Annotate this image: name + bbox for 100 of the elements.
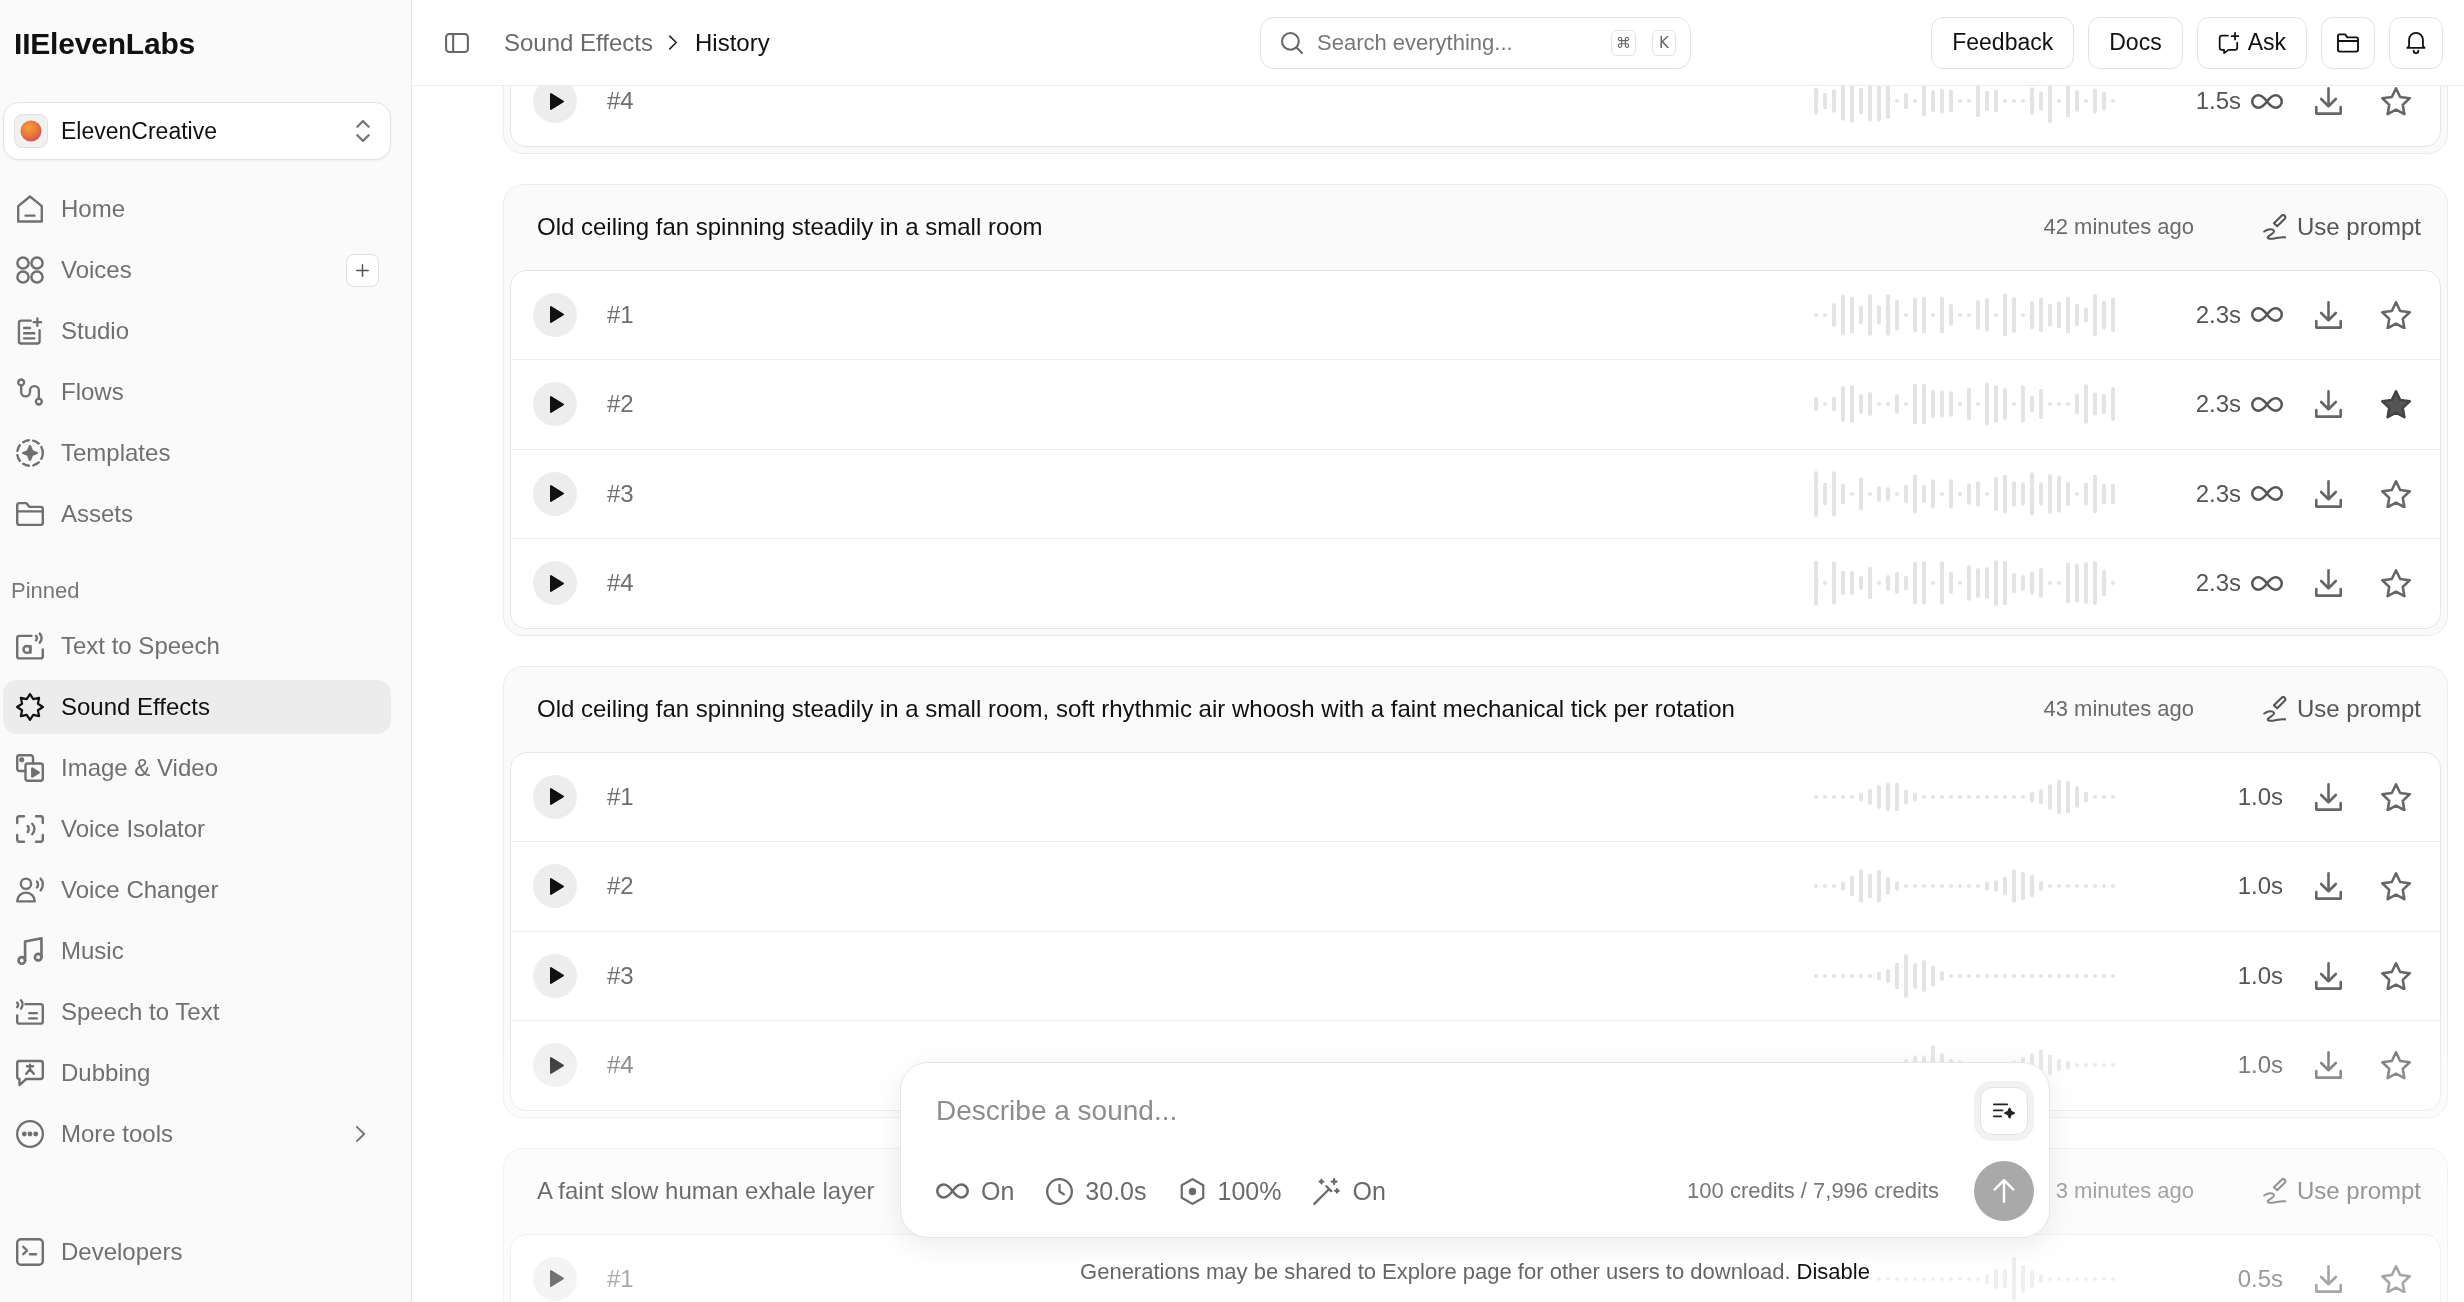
download-button[interactable] xyxy=(2315,390,2342,419)
star-button[interactable] xyxy=(2381,961,2411,990)
play-button[interactable] xyxy=(533,774,577,819)
take-label: #4 xyxy=(607,569,634,598)
folder-button[interactable] xyxy=(2321,16,2375,69)
star-button[interactable] xyxy=(2381,87,2411,116)
star-button[interactable] xyxy=(2381,1051,2411,1080)
sidebar-item[interactable]: Music xyxy=(3,924,391,978)
prompt-composer[interactable]: Describe a sound... On 30.0s 100% On 100 credits / 7,996 credits xyxy=(900,1062,2050,1238)
play-button[interactable] xyxy=(533,1043,577,1088)
search-field[interactable]: Search everything... ⌘ K xyxy=(1260,16,1691,69)
play-icon xyxy=(549,485,564,503)
star-button[interactable] xyxy=(2381,1264,2411,1293)
header-button[interactable]: Docs xyxy=(2088,16,2183,69)
star-button[interactable] xyxy=(2381,872,2411,901)
add-voice-button[interactable] xyxy=(346,253,379,287)
sidebar-item[interactable]: Assets xyxy=(3,487,391,541)
use-prompt-button[interactable]: Use prompt xyxy=(2248,205,2435,249)
use-prompt-button[interactable]: Use prompt xyxy=(2248,1169,2435,1213)
ask-button[interactable]: Ask xyxy=(2196,16,2307,69)
waves-lines-icon xyxy=(16,998,44,1026)
play-button[interactable] xyxy=(533,292,577,337)
sidebar-item[interactable]: Templates xyxy=(3,426,391,480)
bell-icon xyxy=(2405,31,2427,54)
use-prompt-button[interactable]: Use prompt xyxy=(2248,687,2435,731)
home-icon xyxy=(16,195,44,223)
notifications-button[interactable] xyxy=(2389,16,2443,69)
download-button[interactable] xyxy=(2315,961,2342,990)
play-button[interactable] xyxy=(533,86,577,124)
duration-text: 2.3s xyxy=(2195,569,2241,598)
take-label: #2 xyxy=(607,390,634,419)
play-icon xyxy=(549,967,564,985)
prompt-text: Old ceiling fan spinning steadily in a small room, soft rhythmic air whoosh with a faint mechanical tick per rotation xyxy=(537,695,1735,723)
folder-icon xyxy=(16,500,44,528)
sidebar-item[interactable]: Home xyxy=(3,182,391,236)
sidebar-item[interactable]: Flows xyxy=(3,365,391,419)
infinity-icon xyxy=(936,1183,969,1199)
sidebar-item[interactable]: Text to Speech xyxy=(3,619,391,673)
prompt-text: A faint slow human exhale layer xyxy=(537,1177,875,1205)
prompt-input[interactable]: Describe a sound... xyxy=(936,1081,1980,1141)
play-icon xyxy=(549,877,564,895)
star-button[interactable] xyxy=(2381,569,2411,598)
take-label: #1 xyxy=(607,782,634,811)
chevron-right-icon xyxy=(356,1125,365,1143)
sidebar-item[interactable]: Dubbing xyxy=(3,1046,391,1100)
chevron-updown-icon xyxy=(356,120,370,142)
sidebar-item[interactable]: Speech to Text xyxy=(3,985,391,1039)
download-button[interactable] xyxy=(2315,479,2342,508)
search-icon xyxy=(1281,31,1303,54)
workspace-selector[interactable]: ElevenCreative xyxy=(3,102,391,160)
pen-squiggle-icon xyxy=(2262,1178,2287,1204)
play-button[interactable] xyxy=(533,471,577,516)
disable-link[interactable]: Disable xyxy=(1796,1260,1870,1284)
breadcrumb-item[interactable]: Sound Effects xyxy=(504,28,653,57)
sidebar-item[interactable]: Sound Effects xyxy=(3,680,391,734)
chat-bubble-icon xyxy=(16,1059,44,1087)
setting-button[interactable]: 30.0s xyxy=(1046,1176,1147,1206)
play-button[interactable] xyxy=(533,382,577,427)
download-button[interactable] xyxy=(2315,872,2342,901)
sidebar-item[interactable]: Voices xyxy=(3,243,391,297)
sharing-notice: Generations may be shared to Explore page for other users to download. xyxy=(1080,1260,1791,1284)
star-button[interactable] xyxy=(2381,300,2411,329)
sidebar-item[interactable]: Developers xyxy=(3,1225,391,1279)
setting-button[interactable]: On xyxy=(936,1176,1015,1206)
sidebar-item[interactable]: Voice Changer xyxy=(3,863,391,917)
bracket-waves-icon xyxy=(16,815,44,843)
download-button[interactable] xyxy=(2315,87,2342,116)
duration-text: 2.3s xyxy=(2195,390,2241,419)
play-icon xyxy=(549,574,564,592)
header-button[interactable]: Feedback xyxy=(1931,16,2075,69)
breadcrumb-item: History xyxy=(695,28,770,57)
image-play-icon xyxy=(16,754,44,782)
take-label: #3 xyxy=(607,479,634,508)
sidebar-item[interactable]: Voice Isolator xyxy=(3,802,391,856)
sidebar-toggle-button[interactable] xyxy=(445,32,469,53)
wand-icon xyxy=(1313,1177,1341,1205)
text-audio-icon xyxy=(16,632,44,660)
download-button[interactable] xyxy=(2315,569,2342,598)
play-button[interactable] xyxy=(533,864,577,909)
play-button[interactable] xyxy=(533,953,577,998)
download-button[interactable] xyxy=(2315,1051,2342,1080)
section-label: Pinned xyxy=(11,577,80,605)
document-sparkle-icon xyxy=(16,317,44,345)
sidebar-item[interactable]: Image & Video xyxy=(3,741,391,795)
star-button[interactable] xyxy=(2381,479,2411,508)
workspace-avatar-icon xyxy=(14,114,48,148)
setting-button[interactable]: On xyxy=(1313,1176,1386,1206)
sidebar-item[interactable]: Studio xyxy=(3,304,391,358)
setting-button[interactable]: 100% xyxy=(1178,1176,1282,1206)
play-button[interactable] xyxy=(533,561,577,606)
chevron-right-icon xyxy=(669,35,677,50)
star-button[interactable] xyxy=(2381,782,2411,811)
download-button[interactable] xyxy=(2315,300,2342,329)
take-label: #4 xyxy=(607,87,634,116)
star-button[interactable] xyxy=(2381,390,2411,419)
sidebar-item[interactable]: More tools xyxy=(3,1107,391,1161)
search-input[interactable]: Search everything... xyxy=(1317,29,1595,56)
download-button[interactable] xyxy=(2315,782,2342,811)
duration-text: 1.0s xyxy=(2237,1051,2283,1080)
take-label: #1 xyxy=(607,300,634,329)
